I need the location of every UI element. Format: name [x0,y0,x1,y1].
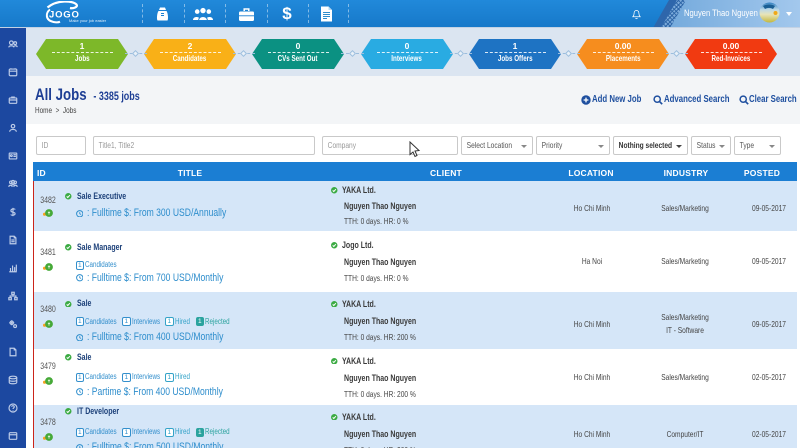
svg-text:Make your job easier: Make your job easier [69,18,107,23]
